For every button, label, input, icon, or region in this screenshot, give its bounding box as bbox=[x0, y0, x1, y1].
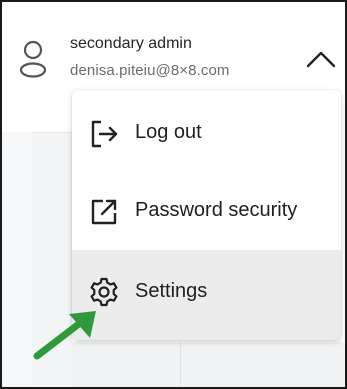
user-account-header[interactable]: secondary admin denisa.piteiu@8×8.com bbox=[2, 2, 345, 97]
chevron-up-icon[interactable] bbox=[304, 46, 338, 72]
external-link-icon bbox=[91, 199, 117, 225]
menu-item-label: Settings bbox=[135, 280, 208, 302]
page-background-strip bbox=[2, 132, 32, 387]
background-divider bbox=[180, 342, 181, 387]
user-email: denisa.piteiu@8×8.com bbox=[70, 62, 230, 79]
menu-item-label: Password security bbox=[135, 199, 298, 221]
user-name: secondary admin bbox=[70, 35, 192, 52]
menu-item-log-out[interactable]: Log out bbox=[72, 96, 341, 172]
gear-icon bbox=[90, 277, 118, 307]
account-dropdown-menu: Log out Password security Settings bbox=[72, 90, 341, 340]
green-arrow-icon bbox=[33, 311, 96, 360]
menu-item-password-security[interactable]: Password security bbox=[72, 174, 341, 250]
log-out-icon bbox=[91, 120, 118, 148]
menu-item-settings[interactable]: Settings bbox=[72, 250, 341, 340]
user-avatar-icon bbox=[19, 40, 47, 78]
menu-item-label: Log out bbox=[135, 121, 202, 143]
screenshot-frame: secondary admin denisa.piteiu@8×8.com Lo… bbox=[0, 0, 347, 389]
page-background-bottom bbox=[72, 342, 345, 387]
